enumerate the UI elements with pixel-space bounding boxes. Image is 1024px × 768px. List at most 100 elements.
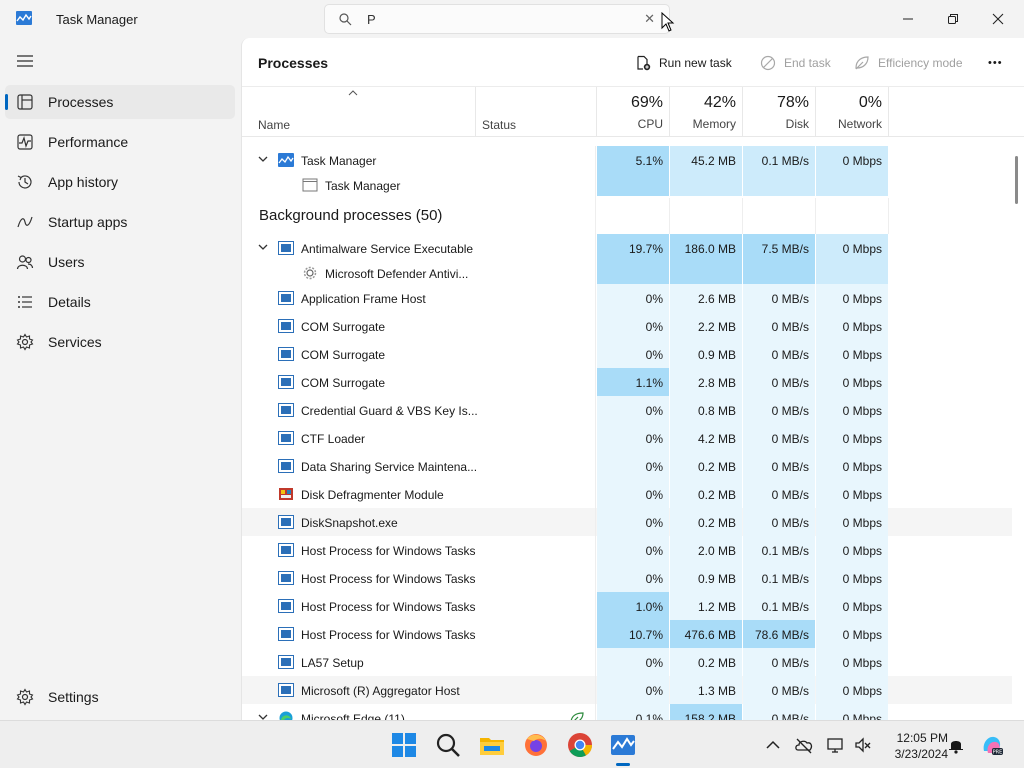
process-name: LA57 Setup xyxy=(301,656,364,670)
chevron-down-icon[interactable] xyxy=(258,713,268,720)
restore-button[interactable] xyxy=(931,4,975,34)
sidebar-item-label: Details xyxy=(48,294,91,310)
table-row[interactable]: LA57 Setup 0% 0.2 MB 0 MB/s 0 Mbps xyxy=(242,648,1012,676)
memory-value: 45.2 MB xyxy=(691,154,736,168)
table-row[interactable]: Host Process for Windows Tasks 10.7% 476… xyxy=(242,620,1012,648)
table-row[interactable]: CTF Loader 0% 4.2 MB 0 MB/s 0 Mbps xyxy=(242,424,1012,452)
cpu-value: 0% xyxy=(645,488,663,502)
table-row[interactable]: Task Manager 5.1% 45.2 MB 0.1 MB/s 0 Mbp… xyxy=(242,146,1012,196)
process-name: Microsoft Edge (11) xyxy=(301,712,405,720)
run-new-task-button[interactable]: Run new task xyxy=(635,51,732,75)
copilot-icon[interactable]: PRE xyxy=(980,733,1004,757)
hamburger-menu-icon[interactable] xyxy=(16,54,34,68)
chevron-up-icon[interactable] xyxy=(763,735,783,755)
network-icon[interactable] xyxy=(826,735,846,755)
table-row[interactable]: DiskSnapshot.exe 0% 0.2 MB 0 MB/s 0 Mbps xyxy=(242,508,1012,536)
task-manager-taskbar-icon[interactable] xyxy=(609,731,637,759)
memory-value: 0.9 MB xyxy=(697,348,736,362)
table-row[interactable]: Microsoft Edge (11) 0.1% 158.2 MB 0 MB/s… xyxy=(242,704,1012,720)
vertical-scrollbar[interactable] xyxy=(1015,156,1018,204)
table-row[interactable]: Host Process for Windows Tasks 0% 2.0 MB… xyxy=(242,536,1012,564)
cpu-value: 1.1% xyxy=(635,376,663,390)
search-box[interactable]: ✕ xyxy=(324,4,670,34)
more-options-button[interactable]: ••• xyxy=(988,51,1003,75)
clear-search-button[interactable]: ✕ xyxy=(644,11,655,27)
volume-muted-icon[interactable] xyxy=(853,735,873,755)
chevron-down-icon[interactable] xyxy=(258,155,268,163)
process-icon xyxy=(278,543,294,557)
sidebar-item-performance[interactable]: Performance xyxy=(5,125,235,159)
end-task-button[interactable]: End task xyxy=(760,51,831,75)
cpu-value: 0% xyxy=(645,656,663,670)
disk-value: 0 MB/s xyxy=(771,712,809,720)
system-clock[interactable]: 12:05 PM 3/23/2024 xyxy=(880,730,948,762)
process-icon xyxy=(278,571,294,585)
cpu-value: 0% xyxy=(645,516,663,530)
network-value: 0 Mbps xyxy=(842,242,882,256)
file-explorer-icon[interactable] xyxy=(478,731,506,759)
sidebar-item-app-history[interactable]: App history xyxy=(5,165,235,199)
memory-value: 4.2 MB xyxy=(697,432,736,446)
network-value: 0 Mbps xyxy=(842,516,882,530)
memory-value: 2.0 MB xyxy=(697,544,736,558)
notification-bell-icon[interactable] xyxy=(946,735,966,755)
table-row-child[interactable]: Microsoft Defender Antivi... xyxy=(242,259,597,287)
sidebar-item-services[interactable]: Services xyxy=(5,325,235,359)
table-row[interactable]: Application Frame Host 0% 2.6 MB 0 MB/s … xyxy=(242,284,1012,312)
process-icon xyxy=(278,431,294,445)
efficiency-mode-button[interactable]: Efficiency mode xyxy=(854,51,963,75)
table-row[interactable]: COM Surrogate 0% 2.2 MB 0 MB/s 0 Mbps xyxy=(242,312,1012,340)
start-windows-icon[interactable] xyxy=(390,731,418,759)
sidebar-item-settings[interactable]: Settings xyxy=(5,680,235,714)
chevron-down-icon[interactable] xyxy=(258,243,268,251)
disk-value: 0.1 MB/s xyxy=(761,572,809,586)
table-row[interactable]: Disk Defragmenter Module 0% 0.2 MB 0 MB/… xyxy=(242,480,1012,508)
table-row[interactable]: Antimalware Service Executable 19.7% 186… xyxy=(242,234,1012,284)
clock-date: 3/23/2024 xyxy=(894,747,948,761)
close-button[interactable] xyxy=(976,4,1020,34)
process-icon xyxy=(278,655,294,669)
toolbar: Processes Run new task End task Efficien… xyxy=(242,38,1024,87)
taskbar: 12:05 PM 3/23/2024 PRE xyxy=(0,720,1024,768)
firefox-icon[interactable] xyxy=(522,731,550,759)
column-header-memory[interactable]: 42% Memory xyxy=(670,87,743,137)
column-header-network[interactable]: 0% Network xyxy=(816,87,889,137)
table-row[interactable]: Credential Guard & VBS Key Is... 0% 0.8 … xyxy=(242,396,1012,424)
chrome-icon[interactable] xyxy=(566,731,594,759)
table-row[interactable]: Microsoft (R) Aggregator Host 0% 1.3 MB … xyxy=(242,676,1012,704)
disk-value: 0 MB/s xyxy=(771,460,809,474)
sidebar-item-label: Processes xyxy=(48,94,114,110)
sidebar-item-details[interactable]: Details xyxy=(5,285,235,319)
table-row[interactable]: Data Sharing Service Maintena... 0% 0.2 … xyxy=(242,452,1012,480)
column-header-name[interactable]: Name xyxy=(242,87,476,137)
table-row[interactable]: COM Surrogate 0% 0.9 MB 0 MB/s 0 Mbps xyxy=(242,340,1012,368)
cpu-value: 0% xyxy=(645,432,663,446)
column-header-status[interactable]: Status xyxy=(476,87,597,137)
task-manager-icon xyxy=(278,153,294,167)
section-header-background: Background processes (50) xyxy=(242,198,1012,234)
table-row-child[interactable]: Task Manager xyxy=(242,171,597,199)
column-header-disk[interactable]: 78% Disk xyxy=(743,87,816,137)
network-value: 0 Mbps xyxy=(842,404,882,418)
disk-value: 0 MB/s xyxy=(771,488,809,502)
search-input[interactable] xyxy=(367,10,627,28)
sidebar-item-users[interactable]: Users xyxy=(5,245,235,279)
window-title: Task Manager xyxy=(56,12,138,27)
network-value: 0 Mbps xyxy=(842,656,882,670)
minimize-button[interactable] xyxy=(886,4,930,34)
table-row[interactable]: Host Process for Windows Tasks 0% 0.9 MB… xyxy=(242,564,1012,592)
disk-value: 7.5 MB/s xyxy=(761,242,809,256)
memory-value: 158.2 MB xyxy=(684,712,736,720)
sidebar-item-startup-apps[interactable]: Startup apps xyxy=(5,205,235,239)
cpu-value: 0% xyxy=(645,684,663,698)
network-value: 0 Mbps xyxy=(842,628,882,642)
sidebar-item-processes[interactable]: Processes xyxy=(5,85,235,119)
disk-value: 0 MB/s xyxy=(771,656,809,670)
process-name: COM Surrogate xyxy=(301,348,386,362)
network-value: 0 Mbps xyxy=(842,376,882,390)
search-icon[interactable] xyxy=(434,731,462,759)
table-row[interactable]: COM Surrogate 1.1% 2.8 MB 0 MB/s 0 Mbps xyxy=(242,368,1012,396)
column-header-cpu[interactable]: 69% CPU xyxy=(597,87,670,137)
table-row[interactable]: Host Process for Windows Tasks 1.0% 1.2 … xyxy=(242,592,1012,620)
onedrive-offline-icon[interactable] xyxy=(794,735,814,755)
